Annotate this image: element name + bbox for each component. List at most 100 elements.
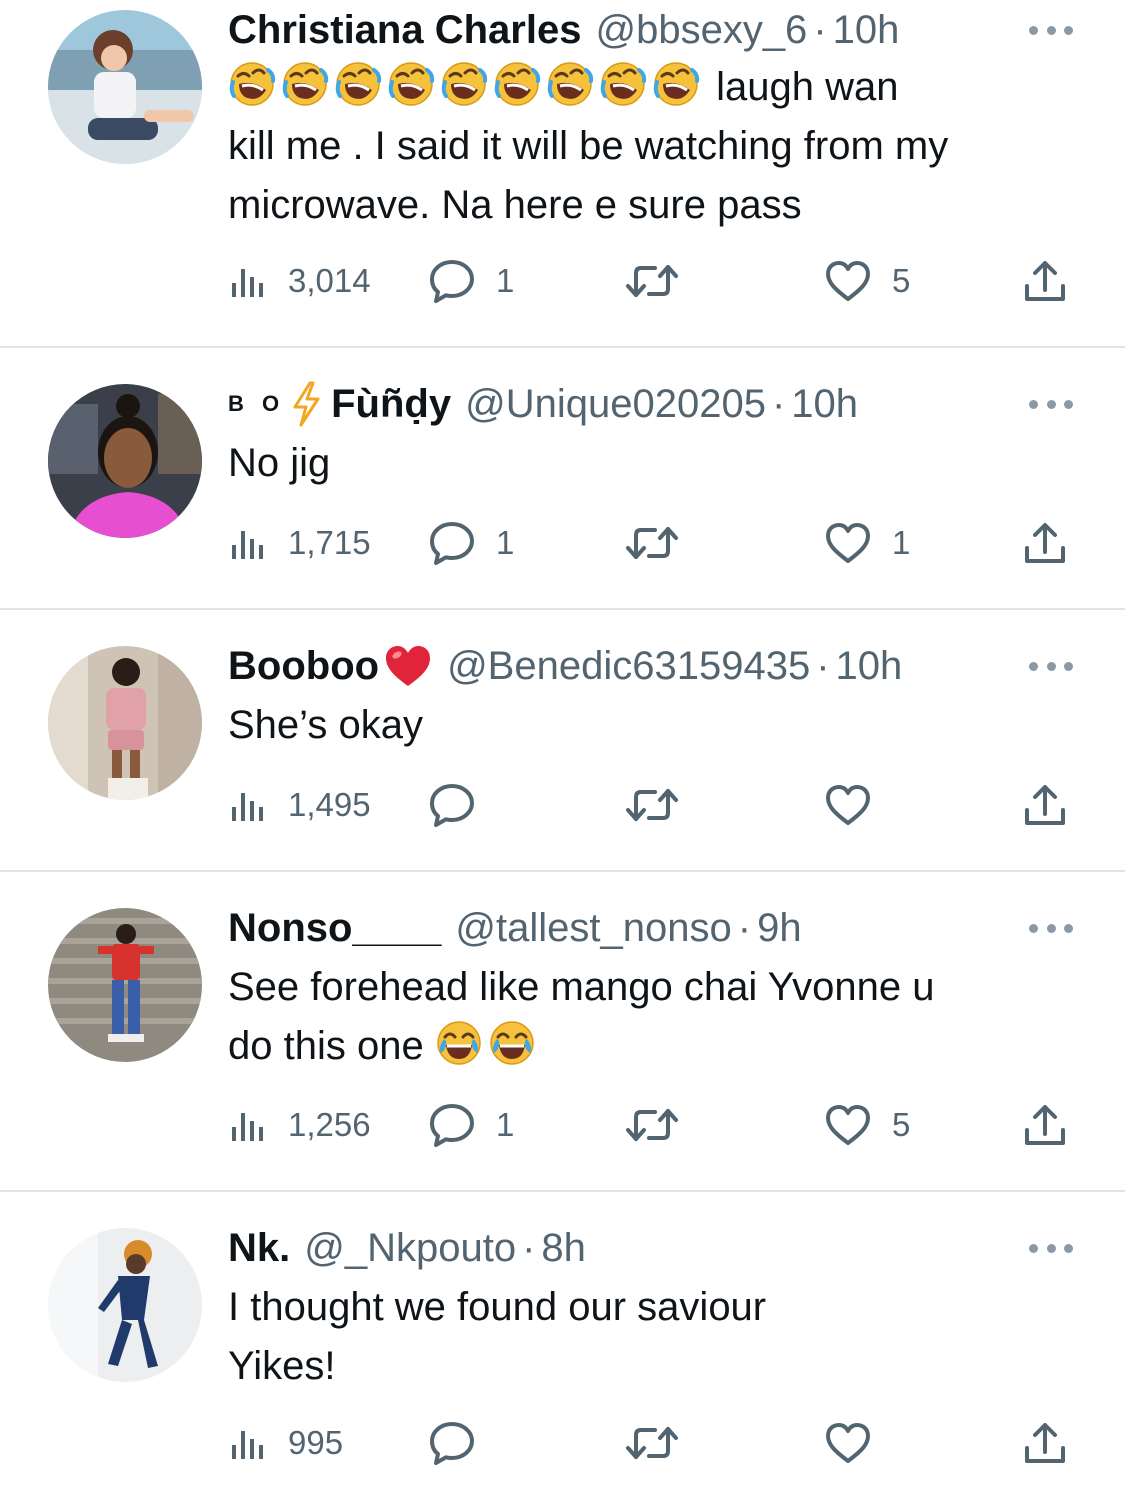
rolling-on-floor-laughing-icon [387, 60, 435, 108]
more-icon[interactable] [1029, 918, 1073, 938]
like-count: 1 [892, 524, 911, 561]
tweet[interactable]: Christiana Charles @bbsexy_6 · 10h laugh… [0, 0, 1125, 346]
reply-icon [428, 1419, 476, 1467]
share-button[interactable] [1023, 1100, 1067, 1150]
views-button[interactable]: 1,715 [228, 518, 371, 568]
avatar[interactable] [48, 908, 202, 1062]
reply-count: 1 [496, 524, 515, 561]
avatar[interactable] [48, 646, 202, 800]
display-name[interactable]: Fùñḍy [331, 382, 451, 427]
retweet-button[interactable] [624, 1100, 700, 1150]
reply-button[interactable]: 1 [428, 256, 514, 306]
reply-button[interactable] [428, 1418, 496, 1468]
views-icon [228, 1423, 268, 1463]
like-icon [824, 1103, 872, 1147]
display-name[interactable]: Christiana Charles [228, 8, 581, 53]
reply-button[interactable]: 1 [428, 518, 514, 568]
avatar-image [48, 646, 202, 800]
emoji-row [435, 1024, 541, 1068]
more-icon[interactable] [1029, 1238, 1073, 1258]
views-count: 3,014 [288, 262, 371, 299]
retweet-icon [624, 261, 680, 301]
timestamp[interactable]: 10h [833, 8, 900, 53]
tweet[interactable]: Booboo @Benedic63159435 · 10h She’s okay… [0, 610, 1125, 870]
like-button[interactable]: 5 [824, 256, 910, 306]
reply-button[interactable]: 1 [428, 1100, 514, 1150]
avatar[interactable] [48, 1228, 202, 1382]
more-icon[interactable] [1029, 394, 1073, 414]
rolling-on-floor-laughing-icon [652, 60, 700, 108]
reply-count: 1 [496, 1106, 515, 1143]
tweet-text: laugh wan kill me . I said it will be wa… [228, 58, 1075, 235]
views-button[interactable]: 1,495 [228, 780, 371, 830]
action-bar: 1,715 1 1 [228, 518, 1088, 568]
views-count: 1,715 [288, 524, 371, 561]
retweet-icon [624, 523, 680, 563]
like-button[interactable] [824, 780, 892, 830]
retweet-button[interactable] [624, 518, 700, 568]
action-bar: 995 [228, 1418, 1088, 1468]
retweet-icon [624, 1423, 680, 1463]
views-button[interactable]: 995 [228, 1418, 343, 1468]
handle[interactable]: @_Nkpouto [304, 1226, 516, 1271]
rolling-on-floor-laughing-icon [440, 60, 488, 108]
display-name[interactable]: Nk. [228, 1226, 290, 1271]
text-line-2: do this one [228, 1024, 424, 1068]
timestamp[interactable]: 10h [836, 644, 903, 689]
text-line-1: See forehead like mango chai Yvonne u [228, 965, 935, 1009]
views-count: 995 [288, 1424, 344, 1461]
like-icon [824, 1421, 872, 1465]
avatar-image [48, 10, 202, 164]
reply-button[interactable] [428, 780, 496, 830]
avatar[interactable] [48, 10, 202, 164]
rolling-on-floor-laughing-icon [546, 60, 594, 108]
share-icon [1023, 258, 1067, 304]
more-icon[interactable] [1029, 20, 1073, 40]
rolling-on-floor-laughing-icon [599, 60, 647, 108]
more-icon[interactable] [1029, 656, 1073, 676]
retweet-button[interactable] [624, 256, 700, 306]
views-count: 1,256 [288, 1106, 371, 1143]
reply-icon [428, 257, 476, 305]
tweet[interactable]: Nonso____ @tallest_nonso · 9h See forehe… [0, 872, 1125, 1190]
tweet-text: I thought we found our saviour Yikes! [228, 1278, 1075, 1396]
handle[interactable]: @bbsexy_6 [595, 8, 807, 53]
retweet-button[interactable] [624, 780, 700, 830]
like-button[interactable] [824, 1418, 892, 1468]
share-icon [1023, 1420, 1067, 1466]
views-button[interactable]: 3,014 [228, 256, 371, 306]
views-icon [228, 785, 268, 825]
tweet[interactable]: B O Fùñḍy @Unique020205 · 10h No jig 1,7… [0, 348, 1125, 608]
text-line: do this one [228, 1017, 1075, 1076]
avatar-image [48, 384, 202, 538]
views-button[interactable]: 1,256 [228, 1100, 371, 1150]
views-icon [228, 261, 268, 301]
display-name[interactable]: Booboo [228, 644, 379, 689]
display-name[interactable]: Nonso____ [228, 906, 441, 951]
tweet[interactable]: Nk. @_Nkpouto · 8h I thought we found ou… [0, 1192, 1125, 1485]
share-button[interactable] [1023, 256, 1067, 306]
emoji-row [228, 65, 705, 109]
rolling-on-floor-laughing-icon [228, 60, 276, 108]
like-button[interactable]: 5 [824, 1100, 910, 1150]
handle[interactable]: @Benedic63159435 [447, 644, 810, 689]
retweet-button[interactable] [624, 1418, 700, 1468]
handle[interactable]: @Unique020205 [465, 382, 766, 427]
rolling-on-floor-laughing-icon [493, 60, 541, 108]
avatar[interactable] [48, 384, 202, 538]
text-line-1: She’s okay [228, 703, 423, 747]
timestamp[interactable]: 9h [757, 906, 802, 951]
retweet-icon [624, 1105, 680, 1145]
text-line-1: laugh wan [716, 65, 899, 109]
action-bar: 3,014 1 5 [228, 256, 1088, 306]
share-button[interactable] [1023, 518, 1067, 568]
share-button[interactable] [1023, 1418, 1067, 1468]
views-icon [228, 1105, 268, 1145]
timestamp[interactable]: 8h [541, 1226, 586, 1271]
name-prefix: B O [228, 391, 286, 416]
like-button[interactable]: 1 [824, 518, 910, 568]
handle[interactable]: @tallest_nonso [455, 906, 731, 951]
timestamp[interactable]: 10h [791, 382, 858, 427]
like-icon [824, 259, 872, 303]
share-button[interactable] [1023, 780, 1067, 830]
